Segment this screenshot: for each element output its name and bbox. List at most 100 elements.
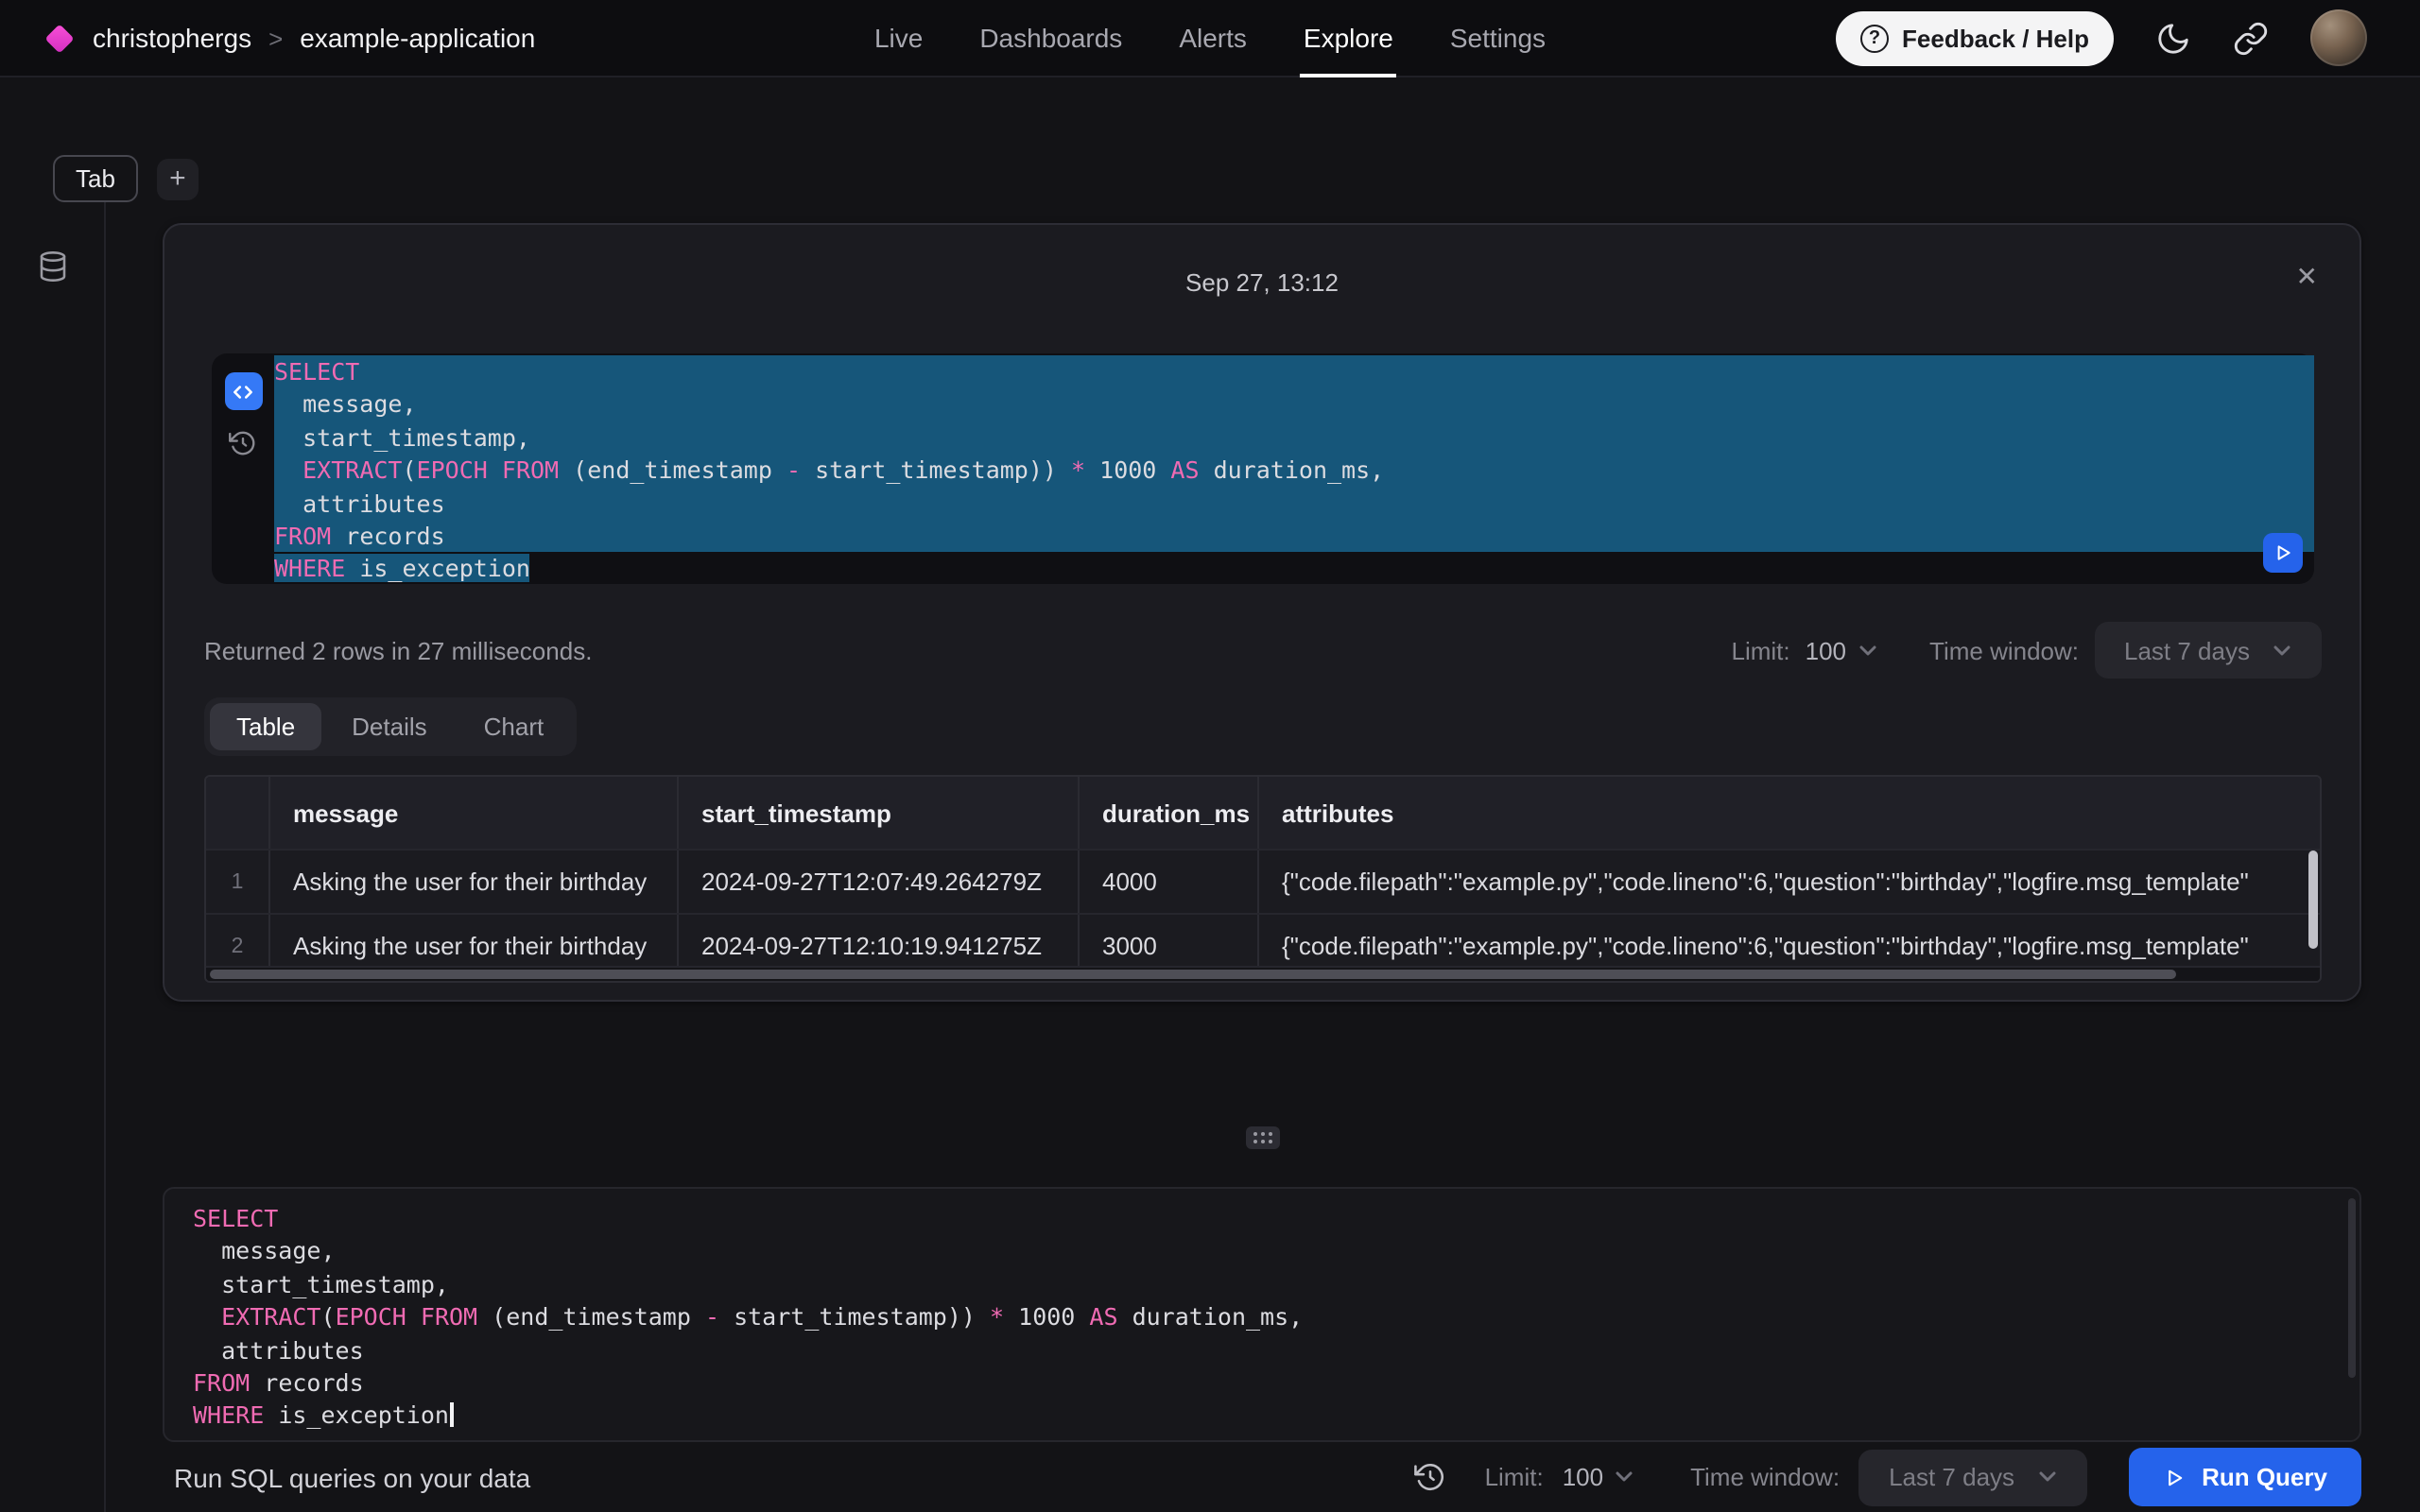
table-header-cell [206, 777, 268, 849]
sql-line: attributes [193, 1333, 2341, 1366]
code-toggle-button[interactable] [224, 372, 262, 410]
results-table: messagestart_timestampduration_msattribu… [204, 775, 2322, 983]
play-icon [2273, 542, 2293, 563]
sql-line: WHERE is_exception [274, 553, 2314, 586]
theme-toggle-button[interactable] [2155, 20, 2191, 56]
time-window-label: Time window: [1690, 1463, 1840, 1491]
cell-attributes: {"code.filepath":"example.py","code.line… [1257, 850, 2320, 913]
sql-line: FROM records [274, 520, 2314, 553]
add-tab-button[interactable]: + [157, 158, 199, 199]
splitter-handle[interactable] [1245, 1126, 1279, 1149]
horizontal-scrollbar-thumb[interactable] [210, 970, 2175, 979]
help-icon: ? [1860, 24, 1889, 52]
chevron-down-icon [1615, 1470, 1634, 1484]
table-header-cell: duration_ms [1078, 777, 1257, 849]
run-selection-button[interactable] [2263, 533, 2303, 573]
query-tab-strip: Tab + [0, 77, 2420, 202]
result-timestamp: Sep 27, 13:12 [1185, 267, 1339, 296]
limit-dropdown[interactable]: 100 [1806, 636, 1876, 664]
sql-line: FROM records [193, 1366, 2341, 1400]
left-rail [0, 202, 106, 1512]
close-button[interactable]: ✕ [2285, 261, 2329, 291]
nav-item-settings[interactable]: Settings [1422, 0, 1574, 77]
result-tabs: TableDetailsChart [204, 697, 576, 756]
horizontal-scrollbar[interactable] [206, 966, 2320, 981]
cell-message: Asking the user for their birthday [268, 915, 677, 966]
cell-duration-ms: 4000 [1078, 850, 1257, 913]
breadcrumb-separator-icon: > [268, 24, 283, 52]
limit-dropdown[interactable]: 100 [1563, 1463, 1634, 1491]
result-card-header: Sep 27, 13:12 ✕ [164, 225, 2360, 338]
query-history-button[interactable] [229, 429, 257, 457]
query-history-button[interactable] [1415, 1461, 1447, 1493]
tab-chart[interactable]: Chart [458, 703, 571, 750]
tab-details[interactable]: Details [325, 703, 454, 750]
table-header-row: messagestart_timestampduration_msattribu… [206, 777, 2320, 849]
table-row[interactable]: 2Asking the user for their birthday2024-… [206, 913, 2320, 966]
result-controls: Limit: 100 Time window: Last 7 days [1732, 622, 2323, 679]
sql-line: start_timestamp, [193, 1268, 2341, 1301]
limit-label: Limit: [1732, 636, 1790, 664]
user-avatar[interactable] [2310, 9, 2367, 66]
editor-scrollbar[interactable] [2348, 1198, 2356, 1378]
play-icon [2162, 1466, 2185, 1488]
main-nav: LiveDashboardsAlertsExploreSettings [846, 0, 1574, 77]
splitter-row [163, 1126, 2361, 1149]
history-icon [229, 429, 257, 457]
result-status: Returned 2 rows in 27 milliseconds. [204, 636, 592, 664]
time-window-value: Last 7 days [1889, 1463, 2014, 1491]
time-window-label: Time window: [1929, 636, 2079, 664]
code-icon [231, 379, 255, 404]
time-window-dropdown[interactable]: Last 7 days [1858, 1449, 2086, 1505]
history-icon [1415, 1461, 1447, 1493]
feedback-help-button[interactable]: ? Feedback / Help [1836, 10, 2114, 65]
sql-line: EXTRACT(EPOCH FROM (end_timestamp - star… [274, 454, 2314, 487]
navbar: christophergs > example-application Live… [0, 0, 2420, 77]
schema-browser-button[interactable] [24, 248, 80, 285]
run-query-button[interactable]: Run Query [2128, 1448, 2361, 1506]
breadcrumb-org[interactable]: christophergs [93, 23, 251, 53]
logfire-logo-icon [44, 23, 74, 52]
executed-query-block: SELECT message, start_timestamp, EXTRACT… [212, 353, 2314, 584]
chevron-down-icon [2037, 1470, 2056, 1484]
breadcrumb-project[interactable]: example-application [300, 23, 535, 53]
vertical-scrollbar-thumb[interactable] [2308, 850, 2318, 949]
database-icon [35, 249, 69, 284]
time-window-dropdown[interactable]: Last 7 days [2094, 622, 2322, 679]
query-tab[interactable]: Tab [53, 155, 138, 202]
sql-editor-code: SELECT message, start_timestamp, EXTRACT… [193, 1202, 2341, 1432]
sql-line: message, [193, 1235, 2341, 1268]
cell-message: Asking the user for their birthday [268, 850, 677, 913]
copy-link-button[interactable] [2233, 20, 2269, 56]
row-number: 2 [206, 915, 268, 966]
table-header-cell: start_timestamp [677, 777, 1078, 849]
table-header-cell: attributes [1257, 777, 2320, 849]
nav-item-alerts[interactable]: Alerts [1150, 0, 1275, 77]
sql-line: EXTRACT(EPOCH FROM (end_timestamp - star… [193, 1300, 2341, 1333]
sql-editor-panel[interactable]: SELECT message, start_timestamp, EXTRACT… [163, 1187, 2361, 1442]
nav-item-dashboards[interactable]: Dashboards [951, 0, 1150, 77]
sql-line: SELECT [193, 1202, 2341, 1235]
query-result-card: Sep 27, 13:12 ✕ [163, 223, 2361, 1002]
table-header-cell: message [268, 777, 677, 849]
nav-item-live[interactable]: Live [846, 0, 951, 77]
cell-attributes: {"code.filepath":"example.py","code.line… [1257, 915, 2320, 966]
run-bar-controls: Limit: 100 Time window: Last 7 days [1415, 1448, 2361, 1506]
cell-duration-ms: 3000 [1078, 915, 1257, 966]
vertical-scrollbar[interactable] [2308, 850, 2318, 968]
run-hint: Run SQL queries on your data [174, 1462, 530, 1492]
navbar-actions: ? Feedback / Help [1836, 9, 2367, 66]
run-bar: Run SQL queries on your data Limit: 100 [163, 1442, 2361, 1512]
nav-item-explore[interactable]: Explore [1275, 0, 1422, 77]
table-row[interactable]: 1Asking the user for their birthday2024-… [206, 849, 2320, 913]
text-cursor [451, 1403, 454, 1428]
tab-table[interactable]: Table [210, 703, 321, 750]
table-rows: 1Asking the user for their birthday2024-… [206, 849, 2320, 966]
sql-line: SELECT [274, 355, 2314, 388]
sql-line: message, [274, 388, 2314, 421]
result-sql-view[interactable]: SELECT message, start_timestamp, EXTRACT… [274, 353, 2314, 584]
breadcrumb: christophergs > example-application [49, 23, 535, 53]
query-gutter [212, 353, 274, 584]
moon-icon [2155, 20, 2191, 56]
limit-label: Limit: [1485, 1463, 1544, 1491]
